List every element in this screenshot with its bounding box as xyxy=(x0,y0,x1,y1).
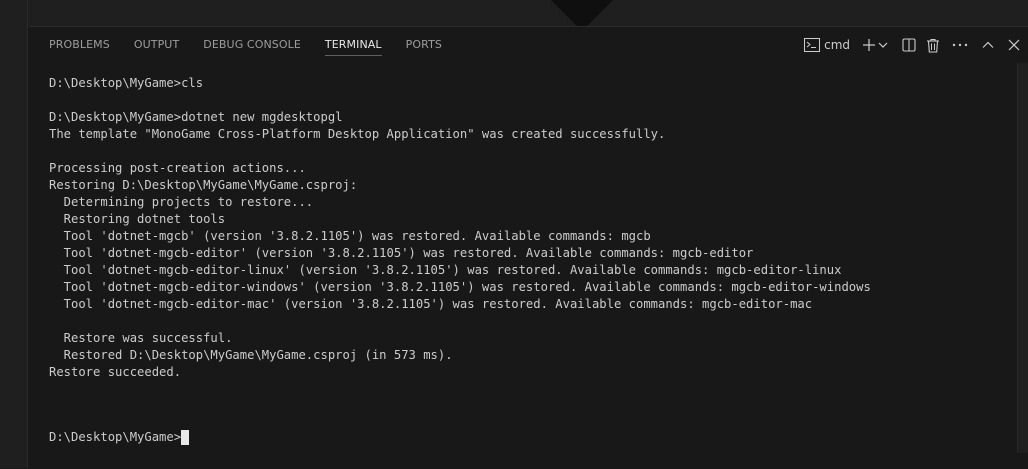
more-icon xyxy=(952,43,968,47)
terminal-line: Restoring D:\Desktop\MyGame\MyGame.cspro… xyxy=(49,178,358,192)
terminal-line: Restore succeeded. xyxy=(49,365,182,379)
terminal-line: Tool 'dotnet-mgcb-editor-windows' (versi… xyxy=(49,280,871,294)
panel-tabs: PROBLEMS OUTPUT DEBUG CONSOLE TERMINAL P… xyxy=(49,27,466,63)
terminal-scrollbar[interactable] xyxy=(1017,63,1028,469)
terminal-line: Restored D:\Desktop\MyGame\MyGame.csproj… xyxy=(49,348,453,362)
new-terminal-button[interactable] xyxy=(862,34,876,56)
tab-terminal[interactable]: TERMINAL xyxy=(324,27,382,63)
terminal-panel: PROBLEMS OUTPUT DEBUG CONSOLE TERMINAL P… xyxy=(29,26,1028,468)
shell-selector[interactable]: cmd xyxy=(804,34,850,56)
terminal-prompt-line[interactable]: D:\Desktop\MyGame> xyxy=(49,429,190,446)
tab-debug-console[interactable]: DEBUG CONSOLE xyxy=(203,27,301,63)
terminal-prompt: D:\Desktop\MyGame> xyxy=(49,430,182,444)
terminal-line: Restore was successful. xyxy=(49,331,233,345)
terminal-line: The template "MonoGame Cross-Platform De… xyxy=(49,127,666,141)
tab-ports[interactable]: PORTS xyxy=(406,27,442,63)
chevron-down-icon xyxy=(878,41,888,49)
more-actions-button[interactable] xyxy=(952,34,968,56)
terminal-line: D:\Desktop\MyGame>cls xyxy=(49,76,204,90)
close-panel-button[interactable] xyxy=(1008,34,1020,56)
terminal-line: Determining projects to restore... xyxy=(49,195,314,209)
terminal-line: Tool 'dotnet-mgcb' (version '3.8.2.1105'… xyxy=(49,229,651,243)
tab-output[interactable]: OUTPUT xyxy=(134,27,179,63)
shell-label: cmd xyxy=(824,38,850,52)
terminal-line: Tool 'dotnet-mgcb-editor-linux' (version… xyxy=(49,263,842,277)
chevron-up-icon xyxy=(982,41,994,49)
trash-icon xyxy=(926,38,940,53)
editor-area xyxy=(0,0,1028,32)
split-terminal-button[interactable] xyxy=(902,34,916,56)
split-icon xyxy=(902,38,916,52)
panel-actions: cmd xyxy=(800,27,1020,63)
terminal-cursor xyxy=(181,430,190,445)
terminal-line: Tool 'dotnet-mgcb-editor' (version '3.8.… xyxy=(49,246,754,260)
kill-terminal-button[interactable] xyxy=(926,34,940,56)
terminal-line: Restoring dotnet tools xyxy=(49,212,226,226)
close-icon xyxy=(1008,39,1020,51)
terminal-line: Processing post-creation actions... xyxy=(49,161,306,175)
terminal-profiles-button[interactable] xyxy=(878,34,888,56)
plus-icon xyxy=(862,38,876,52)
terminal-icon xyxy=(804,38,821,52)
terminal-line: D:\Desktop\MyGame>dotnet new mgdesktopgl xyxy=(49,110,343,124)
tab-problems[interactable]: PROBLEMS xyxy=(49,27,110,63)
scrollbar-thumb[interactable] xyxy=(1017,63,1028,453)
terminal-output[interactable]: D:\Desktop\MyGame>cls D:\Desktop\MyGame>… xyxy=(49,75,1014,468)
maximize-panel-button[interactable] xyxy=(982,34,994,56)
terminal-line: Tool 'dotnet-mgcb-editor-mac' (version '… xyxy=(49,297,813,311)
activity-strip xyxy=(0,0,28,468)
